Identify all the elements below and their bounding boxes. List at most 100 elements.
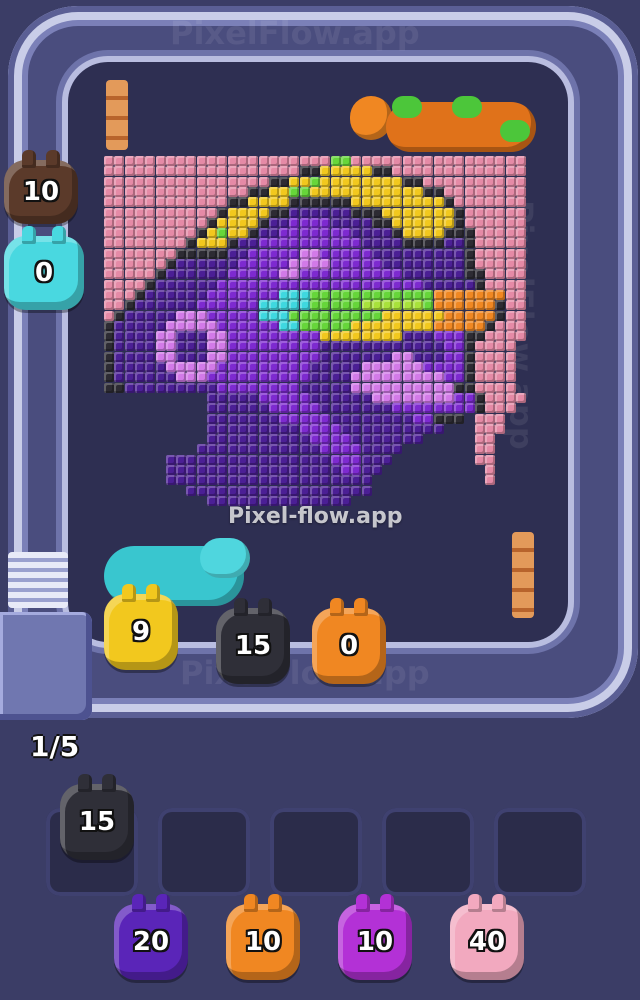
pixel-cube xyxy=(454,351,465,362)
pixel-cube xyxy=(423,392,434,403)
pixel-cube xyxy=(392,341,403,352)
pixel-cube xyxy=(495,207,506,218)
pixel-cube xyxy=(268,238,279,249)
pixel-cube xyxy=(196,197,207,208)
reserve-pig-purple[interactable]: 10 xyxy=(338,894,412,980)
pixel-cube xyxy=(237,197,248,208)
pixel-cube xyxy=(485,238,496,249)
pixel-cube xyxy=(237,269,248,280)
pixel-cube xyxy=(320,382,331,393)
pixel-cube xyxy=(289,259,300,269)
side-pig-brown[interactable]: 10 xyxy=(4,150,78,224)
pixel-cube xyxy=(165,217,176,228)
pixel-cube xyxy=(361,403,372,414)
pixel-cube xyxy=(299,228,310,239)
pixel-cube xyxy=(413,217,423,228)
pixel-cube xyxy=(402,310,413,321)
pixel-cube xyxy=(485,341,496,352)
pixel-cube xyxy=(351,176,362,187)
pixel-cube xyxy=(474,444,485,455)
pixel-cube xyxy=(237,362,248,372)
pixel-cube xyxy=(289,217,300,228)
pixel-cube xyxy=(237,259,248,269)
pixel-cube xyxy=(258,186,269,197)
pixel-cube xyxy=(248,372,259,383)
pixel-cube xyxy=(351,320,362,331)
pixel-cube xyxy=(413,310,423,321)
pixel-cube xyxy=(402,300,413,311)
pixel-cube xyxy=(227,176,238,187)
pixel-cube xyxy=(443,331,454,342)
pixel-cube xyxy=(330,434,341,445)
pixel-cube xyxy=(237,217,248,228)
pixel-cube xyxy=(330,382,341,393)
pixel-cube xyxy=(433,269,444,280)
pixel-cube xyxy=(382,156,393,166)
pixel-cube xyxy=(320,444,331,455)
pixel-cube xyxy=(413,269,423,280)
pixel-cube xyxy=(207,475,217,486)
queue-pig-yellow[interactable]: 9 xyxy=(104,584,178,670)
reserve-pig-indigo[interactable]: 20 xyxy=(114,894,188,980)
holding-slot-3[interactable] xyxy=(270,808,362,896)
holding-slot-5[interactable] xyxy=(494,808,586,896)
pixel-cube xyxy=(505,362,516,372)
pixel-cube xyxy=(443,310,454,321)
pixel-cube xyxy=(124,269,135,280)
pixel-cube xyxy=(145,341,156,352)
pixel-cube xyxy=(217,382,228,393)
pixel-cube xyxy=(289,207,300,218)
holding-slot-2[interactable] xyxy=(158,808,250,896)
pixel-cube xyxy=(258,362,269,372)
pixel-cube xyxy=(402,228,413,239)
pixel-cube xyxy=(299,341,310,352)
pixel-cube xyxy=(165,156,176,166)
pixel-cube xyxy=(413,413,423,424)
pixel-cube xyxy=(516,320,526,331)
pixel-cube xyxy=(351,341,362,352)
pixel-cube xyxy=(114,341,125,352)
pixel-cube xyxy=(207,217,217,228)
pixel-cube xyxy=(320,186,331,197)
pixel-cube xyxy=(495,372,506,383)
pixel-cube xyxy=(248,351,259,362)
reserve-pig-pink[interactable]: 40 xyxy=(450,894,524,980)
pixel-cube xyxy=(392,413,403,424)
pixel-cube xyxy=(464,207,475,218)
pixel-cube xyxy=(196,166,207,177)
pixel-cube xyxy=(248,186,259,197)
queue-pig-black[interactable]: 15 xyxy=(216,598,290,684)
queue-pig-orange[interactable]: 0 xyxy=(312,598,386,684)
pixel-cube xyxy=(454,413,465,424)
pixel-cube xyxy=(145,320,156,331)
pixel-cube xyxy=(289,465,300,475)
pixel-cube xyxy=(155,259,166,269)
pixel-cube xyxy=(124,310,135,321)
holding-slot-4[interactable] xyxy=(382,808,474,896)
pixel-cube xyxy=(474,403,485,414)
pixel-cube xyxy=(464,372,475,383)
pixel-cube xyxy=(134,372,145,383)
pixel-cube xyxy=(392,156,403,166)
pixel-cube xyxy=(217,269,228,280)
pixel-cube xyxy=(268,279,279,290)
pixel-cube xyxy=(351,475,362,486)
pixel-cube xyxy=(505,269,516,280)
slot-pig-black[interactable]: 15 xyxy=(60,774,134,860)
reserve-pig-orange[interactable]: 10 xyxy=(226,894,300,980)
pixel-cube xyxy=(237,289,248,300)
pixel-cube xyxy=(351,392,362,403)
pixel-cube xyxy=(454,186,465,197)
pixel-cube xyxy=(124,351,135,362)
pixel-cube xyxy=(351,382,362,393)
pixel-cube xyxy=(413,186,423,197)
side-pig-cyan[interactable]: 0 xyxy=(4,226,84,310)
pixel-cube xyxy=(248,403,259,414)
pixel-cube xyxy=(289,362,300,372)
pixel-cube xyxy=(299,454,310,465)
pixel-cube xyxy=(268,392,279,403)
pixel-cube xyxy=(330,413,341,424)
pixel-cube xyxy=(443,351,454,362)
pixel-cube xyxy=(443,217,454,228)
pixel-cube xyxy=(124,259,135,269)
